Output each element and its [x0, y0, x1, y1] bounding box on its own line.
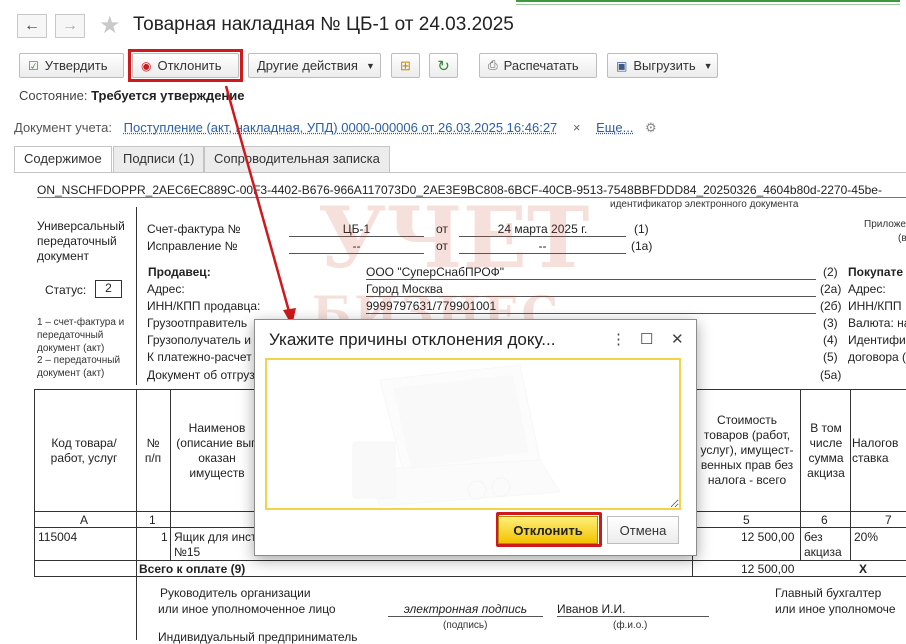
reject-reason-dialog: Укажите причины отклонения доку... ⋮ ☐ ✕…: [254, 319, 697, 556]
confirm-reject-button[interactable]: Отклонить: [498, 516, 598, 544]
reject-reason-input[interactable]: [265, 358, 681, 510]
more-vertical-icon[interactable]: ⋮: [611, 330, 626, 348]
maximize-icon[interactable]: ☐: [640, 330, 653, 348]
cancel-button[interactable]: Отмена: [607, 516, 679, 544]
dialog-title: Укажите причины отклонения доку...: [269, 330, 556, 349]
close-icon[interactable]: ✕: [671, 330, 684, 348]
